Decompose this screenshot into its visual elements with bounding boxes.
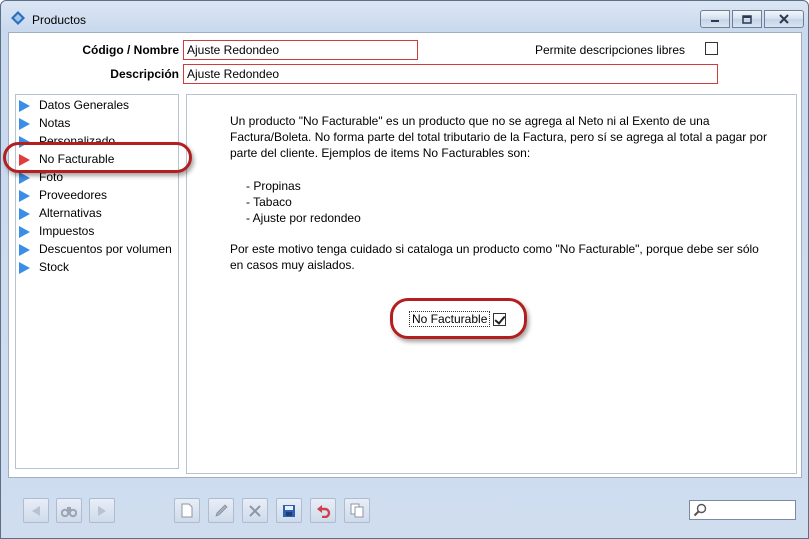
binoculars-icon [61, 506, 77, 517]
minimize-icon [711, 20, 719, 22]
nav-item-impuestos[interactable]: Impuestos [16, 223, 178, 241]
arrow-icon [19, 244, 30, 256]
nav-item-label: Descuentos por volumen [39, 242, 172, 256]
search-input[interactable] [710, 503, 790, 517]
nav-item-notas[interactable]: Notas [16, 115, 178, 133]
descripcion-input[interactable] [183, 64, 718, 84]
arrow-icon [19, 208, 30, 220]
minimize-button[interactable] [700, 10, 730, 28]
warning-paragraph: Por este motivo tenga cuidado si catalog… [230, 242, 759, 272]
nav-item-proveedores[interactable]: Proveedores [16, 187, 178, 205]
nav-item-label: Alternativas [39, 206, 102, 220]
edit-button[interactable] [208, 498, 234, 523]
checkbox-highlight-annotation [390, 298, 527, 339]
app-logo-icon [11, 11, 25, 25]
nav-item-label: Stock [39, 260, 70, 274]
search-box[interactable] [689, 500, 796, 520]
copy-button[interactable] [344, 498, 370, 523]
explanation-paragraph: Un producto "No Facturable" es un produc… [230, 114, 767, 160]
delete-button[interactable] [242, 498, 268, 523]
nav-item-alternativas[interactable]: Alternativas [16, 205, 178, 223]
search-icon [693, 503, 707, 517]
undo-button[interactable] [310, 498, 336, 523]
prev-icon [32, 505, 40, 516]
next-icon [98, 505, 106, 516]
close-icon [779, 14, 789, 24]
example-item: - Propinas [246, 179, 301, 193]
window-title: Productos [32, 13, 87, 27]
nav-item-stock[interactable]: Stock [16, 259, 178, 277]
example-item: - Tabaco [246, 195, 292, 209]
descripcion-label: Descripción [110, 67, 179, 81]
close-button[interactable] [764, 10, 804, 28]
save-disk-icon [283, 504, 295, 517]
maximize-icon [742, 14, 752, 24]
permite-descripciones-checkbox[interactable] [705, 42, 718, 55]
arrow-icon [19, 226, 30, 238]
nav-item-label: Proveedores [39, 188, 108, 202]
nav-item-label: Datos Generales [39, 98, 130, 112]
nav-highlight-annotation [3, 142, 192, 173]
save-button[interactable] [276, 498, 302, 523]
copy-icon [350, 503, 364, 518]
previous-record-button[interactable] [23, 498, 49, 523]
new-document-icon [181, 503, 193, 518]
arrow-icon [19, 100, 30, 112]
next-record-button[interactable] [89, 498, 115, 523]
nav-item-label: Notas [39, 116, 71, 130]
examples-list: - Propinas - Tabaco - Ajuste por redonde… [246, 178, 361, 226]
example-item: - Ajuste por redondeo [246, 211, 361, 225]
maximize-button[interactable] [732, 10, 762, 28]
title-bar[interactable]: Productos [1, 1, 808, 31]
permite-descripciones-label: Permite descripciones libres [535, 43, 686, 57]
codigo-nombre-input[interactable] [183, 40, 418, 60]
nav-item-descuentos-por-volumen[interactable]: Descuentos por volumen [16, 241, 178, 259]
arrow-icon [19, 262, 30, 274]
form-area: Código / Nombre Permite descripciones li… [8, 32, 802, 478]
no-facturable-panel: Un producto "No Facturable" es un produc… [186, 94, 797, 474]
codigo-nombre-label: Código / Nombre [82, 43, 179, 57]
edit-pencil-icon [214, 504, 227, 517]
nav-item-datos-generales[interactable]: Datos Generales [16, 97, 178, 115]
undo-icon [316, 504, 330, 518]
arrow-icon [19, 172, 30, 184]
new-button[interactable] [174, 498, 200, 523]
nav-item-label: Impuestos [39, 224, 95, 238]
find-button[interactable] [56, 498, 82, 523]
arrow-icon [19, 118, 30, 130]
arrow-icon [19, 190, 30, 202]
delete-x-icon [249, 504, 261, 517]
productos-window: Productos Código / Nombre Permite descri… [0, 0, 809, 539]
